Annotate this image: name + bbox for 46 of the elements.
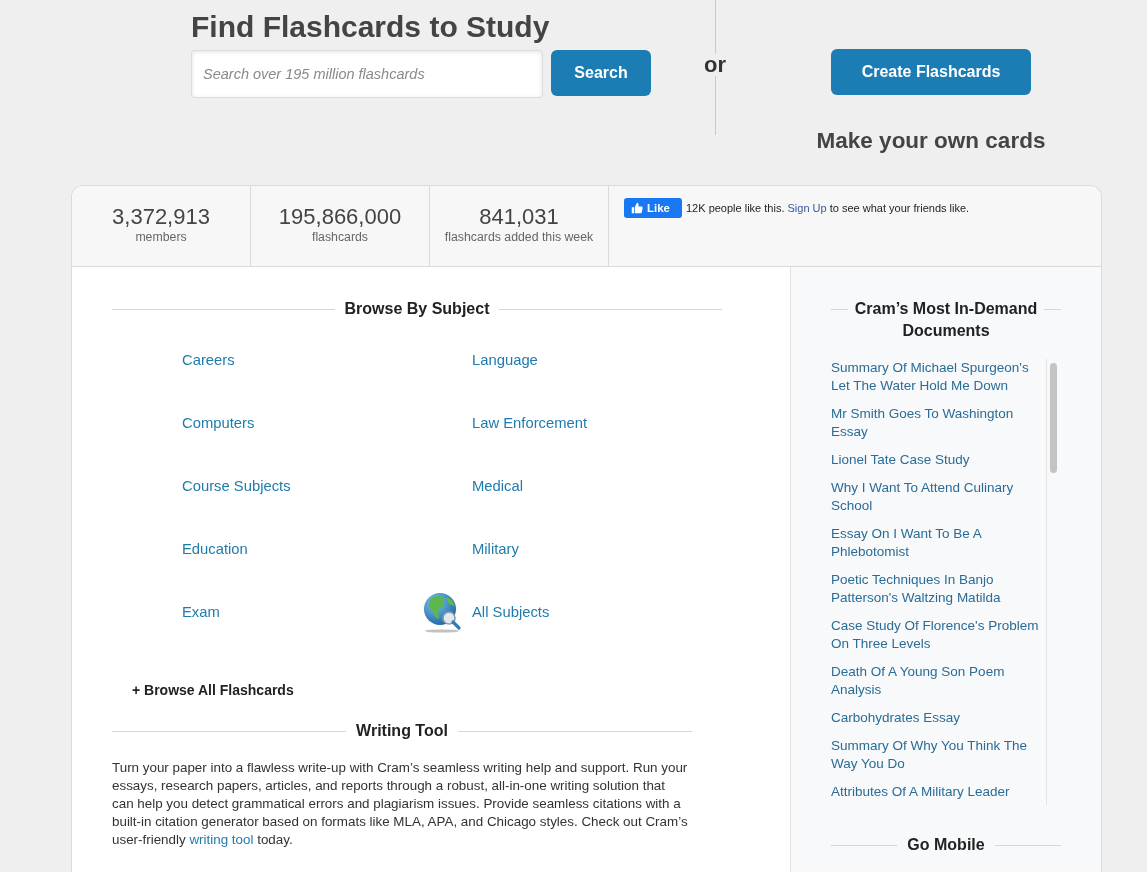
subject-link[interactable]: Education [182,540,248,557]
subject-link[interactable]: Exam [182,603,220,620]
stat-value: 3,372,913 [112,203,210,231]
subject-link[interactable]: Military [472,540,519,557]
document-link[interactable]: Death Of A Young Son Poem Analysis [831,663,1046,699]
globe-magnifier-icon [422,590,462,633]
subject-link[interactable]: Course Subjects [182,477,291,494]
document-link[interactable]: Case Study Of Florence's Problem On Three Levels [831,617,1046,653]
document-link[interactable]: Summary Of Michael Spurgeon's Let The Water Hold Me Down [831,359,1046,395]
page-title: Find Flashcards to Study [191,9,551,45]
document-link[interactable]: Mr Smith Goes To Washington Essay [831,405,1046,441]
stat-value: 841,031 [479,203,559,231]
sign-up-link[interactable]: Sign Up [787,202,827,214]
writing-tool-description: Turn your paper into a flawless write-up with Cram’s seamless writing help and support. Run your essays, research papers, articles, and reports through a robust, all-in-one writing solution that can help you detect grammatical errors and plagiarism issues. Provide seamless citations with a built-in citation generator based on formats like MLA, APA, and Chicago styles. Check out Cram’s user-friendly writing tool today. [112,759,688,849]
section-heading: Browse By Subject [344,299,490,319]
subject-link[interactable]: Medical [472,477,523,494]
thumbs-up-icon [631,202,643,214]
subject-link[interactable]: Computers [182,414,255,431]
document-link[interactable]: Why I Want To Attend Culinary School [831,479,1046,515]
create-flashcards-button[interactable]: Create Flashcards [831,49,1031,95]
stat-value: 195,866,000 [278,203,402,231]
sidebar-heading: Cram’s Most In-Demand Documents [853,299,1039,341]
scrollbar-thumb[interactable] [1050,363,1057,473]
or-label: or [704,54,726,76]
browse-all-link[interactable]: + Browse All Flashcards [132,680,294,700]
document-link[interactable]: Poetic Techniques In Banjo Patterson's Waltzing Matilda [831,571,1046,607]
document-link[interactable]: Lionel Tate Case Study [831,451,970,469]
like-button[interactable]: Like [624,198,682,218]
document-link[interactable]: Attributes Of A Military Leader [831,783,1010,801]
like-count-text: 12K people like this. Sign Up to see what your friends like. [686,201,970,216]
subject-link[interactable]: Language [472,351,538,368]
sidebar-heading: Go Mobile [907,835,985,855]
section-heading: Writing Tool [356,721,448,741]
stat-label: members [135,229,187,245]
stat-label: flashcards [311,229,368,245]
create-caption: Make your own cards [816,127,1046,155]
stat-label: flashcards added this week [444,229,594,245]
subject-link[interactable]: Careers [182,351,235,368]
document-link[interactable]: Carbohydrates Essay [831,709,961,727]
document-link[interactable]: Summary Of Why You Think The Way You Do [831,737,1046,773]
search-field[interactable]: Search over 195 million flashcards [191,50,543,98]
writing-tool-link[interactable]: writing tool [189,832,254,847]
subject-link[interactable]: All Subjects [472,603,550,620]
document-link[interactable]: Essay On I Want To Be A Phlebotomist [831,525,1046,561]
subject-link[interactable]: Law Enforcement [472,414,588,431]
search-button[interactable]: Search [551,50,651,96]
